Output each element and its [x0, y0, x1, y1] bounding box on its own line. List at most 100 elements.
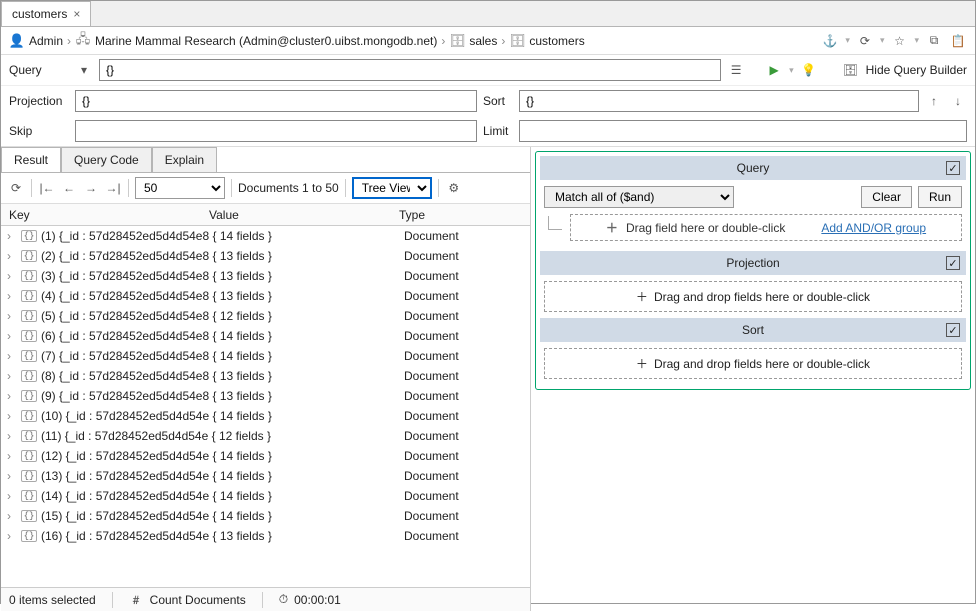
refresh-icon[interactable]: ⟳ — [7, 179, 25, 197]
breadcrumb-db[interactable]: sales — [469, 34, 497, 48]
table-row[interactable]: ›{}(14) {_id : 57d28452ed5d4d54e { 14 fi… — [1, 486, 530, 506]
qb-query-header[interactable]: Query ✓ — [540, 156, 966, 180]
column-type[interactable]: Type — [391, 208, 530, 222]
chevron-right-icon[interactable]: › — [7, 429, 17, 443]
qb-drop-projection[interactable]: ＋ Drag and drop fields here or double-cl… — [544, 281, 962, 312]
table-row[interactable]: ›{}(10) {_id : 57d28452ed5d4d54e { 14 fi… — [1, 406, 530, 426]
table-row[interactable]: ›{}(3) {_id : 57d28452ed5d4d54e8 { 13 fi… — [1, 266, 530, 286]
view-mode-select[interactable]: Tree View — [352, 177, 432, 199]
chevron-right-icon[interactable]: › — [7, 489, 17, 503]
close-icon[interactable]: × — [73, 7, 80, 21]
tab-explain[interactable]: Explain — [152, 147, 217, 172]
table-row[interactable]: ›{}(2) {_id : 57d28452ed5d4d54e8 { 13 fi… — [1, 246, 530, 266]
chevron-right-icon[interactable]: › — [7, 289, 17, 303]
column-key[interactable]: Key — [1, 208, 201, 222]
qb-drop-sort[interactable]: ＋ Drag and drop fields here or double-cl… — [544, 348, 962, 379]
qb-projection-checkbox[interactable]: ✓ — [946, 256, 960, 270]
qb-clear-button[interactable]: Clear — [861, 186, 912, 208]
hide-query-builder-button[interactable]: Hide Query Builder — [866, 63, 967, 77]
tab-query-code[interactable]: Query Code — [61, 147, 152, 172]
bulb-icon[interactable]: 💡 — [800, 61, 818, 79]
table-row[interactable]: ›{}(7) {_id : 57d28452ed5d4d54e8 { 14 fi… — [1, 346, 530, 366]
breadcrumb-cluster[interactable]: Marine Mammal Research (Admin@cluster0.u… — [95, 34, 437, 48]
copy-icon[interactable]: ⧉ — [925, 32, 943, 50]
anchor-icon[interactable]: ⚓ — [821, 32, 839, 50]
last-page-icon[interactable]: →| — [104, 179, 122, 197]
table-row[interactable]: ›{}(4) {_id : 57d28452ed5d4d54e8 { 13 fi… — [1, 286, 530, 306]
result-toolbar: ⟳ |← ← → →| 50 Documents 1 to 50 Tree Vi… — [1, 173, 530, 204]
breadcrumb-collection[interactable]: customers — [529, 34, 584, 48]
qb-sort-header[interactable]: Sort ✓ — [540, 318, 966, 342]
field-picker-icon[interactable]: ☰ — [727, 61, 745, 79]
tab-result[interactable]: Result — [1, 147, 61, 172]
add-group-link[interactable]: Add AND/OR group — [821, 221, 926, 235]
page-size-select[interactable]: 50 — [135, 177, 225, 199]
document-icon: {} — [21, 450, 37, 462]
table-row[interactable]: ›{}(16) {_id : 57d28452ed5d4d54e { 13 fi… — [1, 526, 530, 546]
qb-sort-checkbox[interactable]: ✓ — [946, 323, 960, 337]
table-row[interactable]: ›{}(6) {_id : 57d28452ed5d4d54e8 { 14 fi… — [1, 326, 530, 346]
status-time: ⏱ 00:00:01 — [279, 592, 341, 607]
table-row[interactable]: ›{}(9) {_id : 57d28452ed5d4d54e8 { 13 fi… — [1, 386, 530, 406]
table-row[interactable]: ›{}(13) {_id : 57d28452ed5d4d54e { 14 fi… — [1, 466, 530, 486]
breadcrumb-user[interactable]: Admin — [29, 34, 63, 48]
skip-label: Skip — [9, 124, 69, 138]
document-tab-customers[interactable]: customers × — [1, 1, 91, 26]
projection-input[interactable] — [75, 90, 477, 112]
user-icon: 👤 — [9, 33, 25, 49]
chevron-right-icon[interactable]: › — [7, 369, 17, 383]
qb-projection-header[interactable]: Projection ✓ — [540, 251, 966, 275]
paste-icon[interactable]: 📋 — [949, 32, 967, 50]
chevron-right-icon[interactable]: › — [7, 309, 17, 323]
chevron-right-icon[interactable]: › — [7, 409, 17, 423]
table-row[interactable]: ›{}(1) {_id : 57d28452ed5d4d54e8 { 14 fi… — [1, 226, 530, 246]
star-icon[interactable]: ☆ — [890, 32, 908, 50]
play-icon[interactable]: ▶ — [765, 61, 783, 79]
chevron-down-icon[interactable]: ▾ — [75, 61, 93, 79]
chevron-right-icon[interactable]: › — [7, 449, 17, 463]
next-page-icon[interactable]: → — [82, 179, 100, 197]
table-row[interactable]: ›{}(8) {_id : 57d28452ed5d4d54e8 { 13 fi… — [1, 366, 530, 386]
chevron-right-icon[interactable]: › — [7, 229, 17, 243]
row-key: (5) {_id : 57d28452ed5d4d54e8 { 12 field… — [41, 309, 400, 323]
qb-run-button[interactable]: Run — [918, 186, 962, 208]
first-page-icon[interactable]: |← — [38, 179, 56, 197]
documents-range-label: Documents 1 to 50 — [238, 181, 339, 195]
document-icon: {} — [21, 490, 37, 502]
sort-input[interactable] — [519, 90, 919, 112]
chevron-right-icon[interactable]: › — [7, 329, 17, 343]
qb-match-select[interactable]: Match all of ($and) — [544, 186, 734, 208]
table-row[interactable]: ›{}(11) {_id : 57d28452ed5d4d54e { 12 fi… — [1, 426, 530, 446]
qb-query-checkbox[interactable]: ✓ — [946, 161, 960, 175]
chevron-right-icon[interactable]: › — [7, 249, 17, 263]
row-type: Document — [404, 289, 524, 303]
chevron-right-icon[interactable]: › — [7, 529, 17, 543]
table-row[interactable]: ›{}(5) {_id : 57d28452ed5d4d54e8 { 12 fi… — [1, 306, 530, 326]
breadcrumb: 👤 Admin › 🖧 Marine Mammal Research (Admi… — [1, 27, 975, 55]
row-type: Document — [404, 409, 524, 423]
collection-icon: 🗄 — [509, 33, 525, 49]
limit-input[interactable] — [519, 120, 967, 142]
table-row[interactable]: ›{}(12) {_id : 57d28452ed5d4d54e { 14 fi… — [1, 446, 530, 466]
skip-input[interactable] — [75, 120, 477, 142]
query-input[interactable] — [99, 59, 721, 81]
result-grid[interactable]: › {} (1) {_id : 57d28452ed5d4d54e8 { 14 fi… — [1, 226, 530, 587]
result-grid-header: Key Value Type — [1, 204, 530, 226]
chevron-right-icon[interactable]: › — [7, 349, 17, 363]
sort-desc-icon[interactable]: ↓ — [949, 92, 967, 110]
chevron-right-icon[interactable]: › — [7, 269, 17, 283]
chevron-right-icon[interactable]: › — [7, 389, 17, 403]
column-value[interactable]: Value — [201, 208, 391, 222]
chevron-right-icon[interactable]: › — [7, 469, 17, 483]
chevron-right-icon[interactable]: › — [7, 509, 17, 523]
table-row[interactable]: ›{}(15) {_id : 57d28452ed5d4d54e { 14 fi… — [1, 506, 530, 526]
prev-page-icon[interactable]: ← — [60, 179, 78, 197]
qb-drop-field[interactable]: ＋ Drag field here or double-click Add AN… — [570, 214, 962, 241]
builder-icon[interactable]: 🗄 — [842, 61, 860, 79]
sort-asc-icon[interactable]: ↑ — [925, 92, 943, 110]
row-key: (1) {_id : 57d28452ed5d4d54e8 { 14 field… — [41, 229, 400, 243]
count-documents-button[interactable]: #️ Count Documents — [129, 593, 246, 607]
gear-icon[interactable]: ⚙ — [445, 179, 463, 197]
refresh-icon[interactable]: ⟳ — [856, 32, 874, 50]
row-key: (13) {_id : 57d28452ed5d4d54e { 14 field… — [41, 469, 400, 483]
